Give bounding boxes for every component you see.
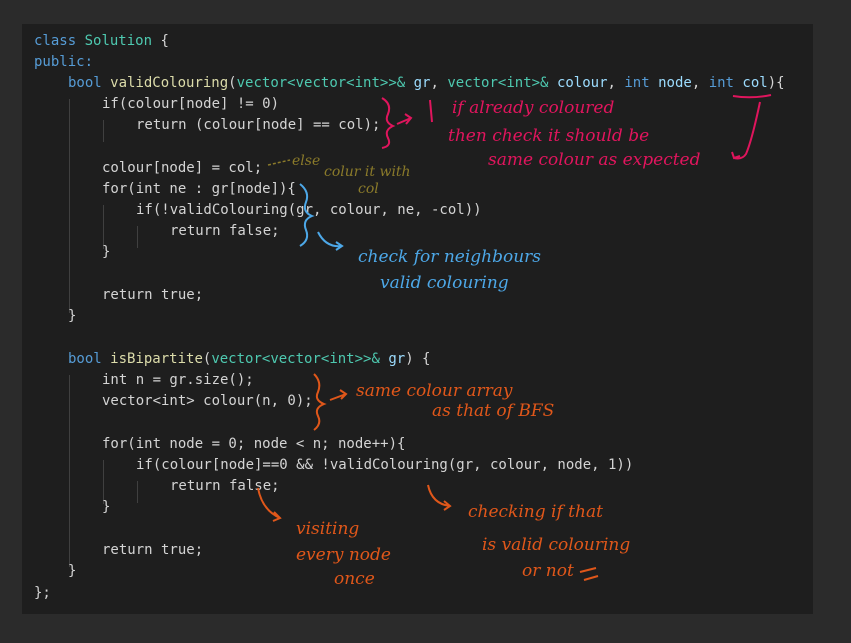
indent-guide <box>137 481 138 503</box>
class-keyword: class <box>34 33 77 49</box>
code-line: return false; <box>170 478 280 494</box>
code-line-brace: } <box>68 563 77 579</box>
code-line-class: class Solution { <box>34 33 169 49</box>
public-label: public: <box>34 54 94 70</box>
function-name: isBipartite <box>110 351 203 367</box>
param-type: vector<int>& <box>447 75 549 91</box>
annotation-orange: is valid colouring <box>482 535 631 555</box>
annotation-colour-it: col <box>358 181 379 197</box>
param-name: gr <box>413 75 431 91</box>
code-line-brace: } <box>102 499 111 515</box>
indent-guide <box>137 226 138 248</box>
return-type: bool <box>68 75 102 91</box>
annotation-pink: then check it should be <box>448 126 650 146</box>
code-line-brace: }; <box>34 585 51 601</box>
indent-guide <box>103 120 104 142</box>
class-name: Solution <box>84 33 153 49</box>
code-line: if(!validColouring(gr, colour, ne, -col)… <box>136 202 482 218</box>
indent-guide <box>69 99 70 313</box>
code-line: int n = gr.size(); <box>102 372 254 388</box>
annotation-orange: as that of BFS <box>432 401 555 421</box>
annotation-pink: if already coloured <box>452 98 615 118</box>
param-name: colour <box>556 75 608 91</box>
code-line-brace: } <box>102 244 111 260</box>
param-type: vector<vector<int>>& <box>211 351 380 367</box>
annotation-else: else <box>292 153 321 169</box>
code-line: vector<int> colour(n, 0); <box>102 393 313 409</box>
code-line: if(colour[node] != 0) <box>102 96 280 112</box>
annotation-orange: visiting <box>296 519 360 539</box>
param-name: node <box>658 75 692 91</box>
code-line: return false; <box>170 223 280 239</box>
param-type: int <box>708 75 734 91</box>
function-name: validColouring <box>110 75 229 91</box>
code-line: return (colour[node] == col); <box>136 117 381 133</box>
code-line: if(colour[node]==0 && !validColouring(gr… <box>136 457 634 473</box>
return-type: bool <box>68 351 102 367</box>
annotation-orange: every node <box>296 545 391 565</box>
param-type: vector<vector<int>>& <box>236 75 406 91</box>
annotation-blue: check for neighbours <box>358 247 542 267</box>
annotation-orange: once <box>334 569 375 589</box>
code-line: for(int ne : gr[node]){ <box>102 181 296 197</box>
param-name: col <box>742 75 768 91</box>
annotation-orange: or not <box>522 561 574 581</box>
indent-guide <box>69 375 70 567</box>
annotation-pink: same colour as expected <box>488 150 701 170</box>
annotation-blue: valid colouring <box>380 273 509 293</box>
annotation-orange: same colour array <box>356 381 513 401</box>
code-line: return true; <box>102 287 204 303</box>
code-line-brace: } <box>68 308 77 324</box>
annotation-orange: checking if that <box>468 502 603 522</box>
code-line: for(int node = 0; node < n; node++){ <box>102 436 406 452</box>
code-line-public: public: <box>34 52 93 73</box>
annotation-colour-it: colur it with <box>324 164 411 180</box>
code-line-bip-signature: bool isBipartite(vector<vector<int>>& gr… <box>68 351 431 367</box>
code-line: return true; <box>102 542 204 558</box>
param-name: gr <box>388 351 406 367</box>
param-type: int <box>624 75 650 91</box>
code-line: colour[node] = col; <box>102 160 263 176</box>
code-line-valid-signature: bool validColouring(vector<vector<int>>&… <box>68 75 785 91</box>
